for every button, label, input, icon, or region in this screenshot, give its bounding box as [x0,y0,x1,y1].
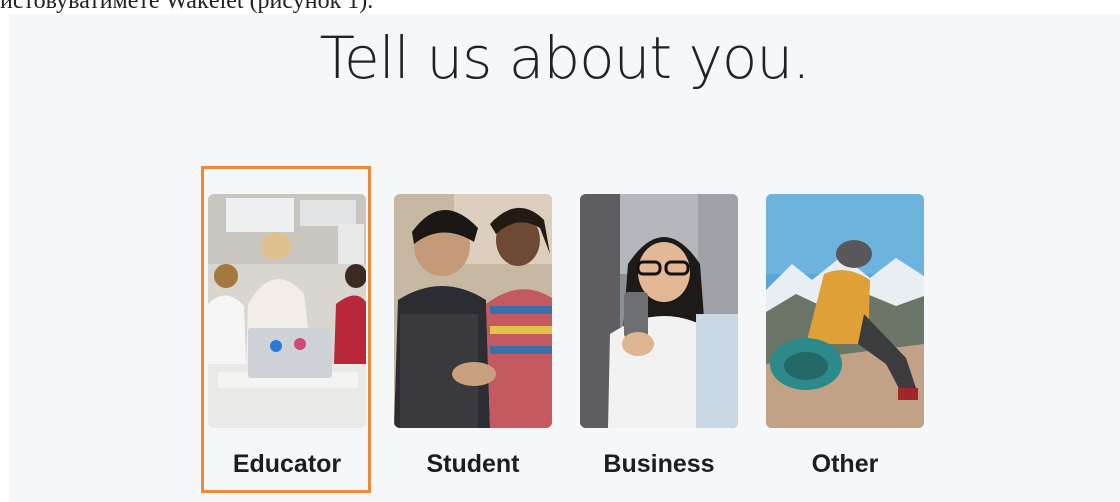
other-photo [766,194,924,428]
option-label-student[interactable]: Student [388,450,558,479]
option-card-student[interactable] [394,194,552,428]
role-selection-screen: Tell us about you. Educator Student Busi… [9,14,1120,502]
option-label-educator[interactable]: Educator [202,450,372,479]
business-photo [580,194,738,428]
option-card-business[interactable] [580,194,738,428]
document-caption: истовуватимете Wakelet (рисунок 1). [0,0,374,14]
option-label-other[interactable]: Other [760,450,930,479]
student-photo [394,194,552,428]
option-card-other[interactable] [766,194,924,428]
page-title: Tell us about you. [319,24,810,92]
option-card-educator[interactable] [208,194,366,428]
option-label-business[interactable]: Business [574,450,744,479]
educator-photo [208,194,366,428]
